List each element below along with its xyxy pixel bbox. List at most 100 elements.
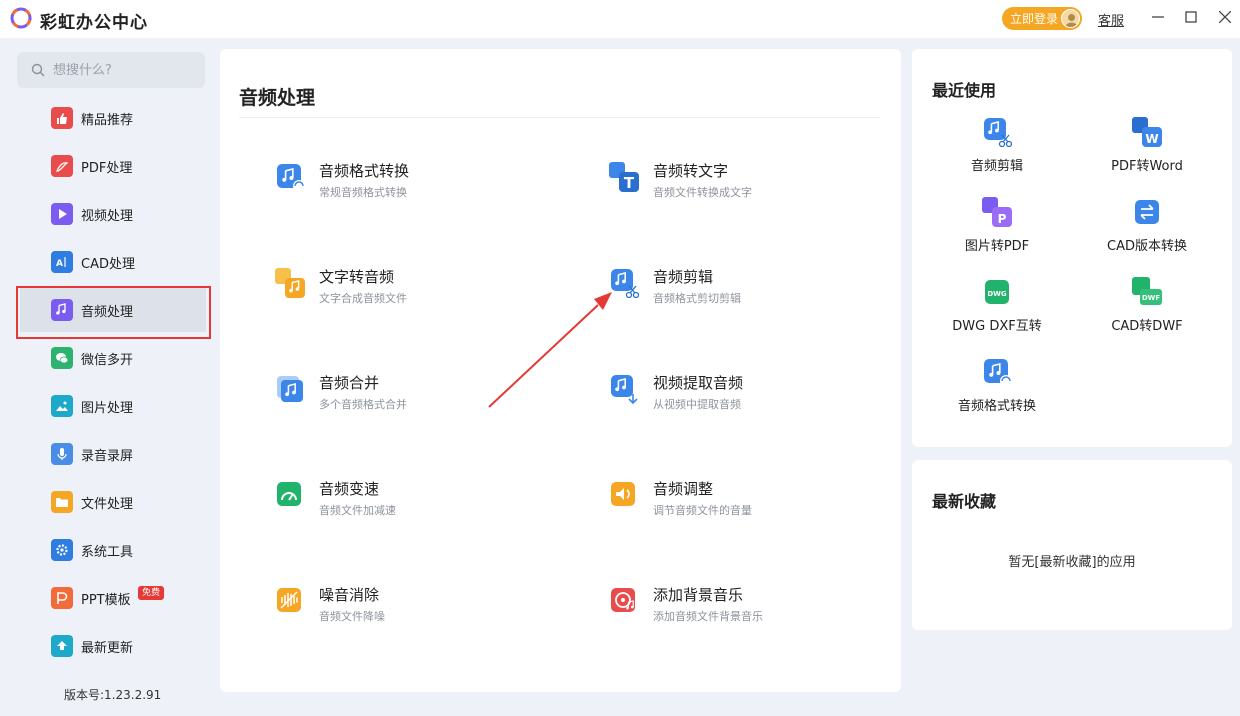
sidebar-item-9[interactable]: 文件处理 xyxy=(20,480,206,524)
play-icon xyxy=(59,209,67,219)
tool-description: 添加音频文件背景音乐 xyxy=(653,610,763,623)
tool-card-2[interactable]: T 音频转文字 音频文件转换成文字 xyxy=(609,162,909,212)
search-input[interactable] xyxy=(53,62,193,78)
recent-panel: 最近使用 音频剪辑 W PDF转Word P 图片转PDF CAD版本转换 DWG DWG D… xyxy=(912,49,1232,447)
page-title: 音频处理 xyxy=(239,87,316,109)
tool-description: 从视频中提取音频 xyxy=(653,398,741,411)
tool-description: 调节音频文件的音量 xyxy=(653,504,752,517)
sidebar-item-11[interactable]: PPT模板 免费 xyxy=(20,576,206,620)
sidebar-item-icon xyxy=(51,155,73,177)
recent-item-4[interactable]: CAD版本转换 xyxy=(1072,197,1222,257)
upload-icon xyxy=(57,641,67,650)
sidebar-item-icon xyxy=(51,203,73,225)
sidebar-item-10[interactable]: 系统工具 xyxy=(20,528,206,572)
recent-item-5[interactable]: DWG DWG DXF互转 xyxy=(922,277,1072,337)
tool-description: 音频文件转换成文字 xyxy=(653,186,752,199)
volume-icon xyxy=(611,482,635,506)
sidebar-item-12[interactable]: 最新更新 xyxy=(20,624,206,668)
sidebar-item-1[interactable]: 精品推荐 xyxy=(20,96,206,140)
sidebar-item-label: 精品推荐 xyxy=(81,112,134,128)
customer-service-link[interactable]: 客服 xyxy=(1098,10,1124,29)
search-box[interactable] xyxy=(17,52,205,88)
sidebar: 精品推荐PDF处理视频处理ACAD处理音频处理微信多开图片处理录音录屏文件处理系… xyxy=(0,38,218,716)
audio-to-text-icon: T xyxy=(609,162,639,192)
pdf-icon xyxy=(56,162,69,172)
title-bar: 彩虹办公中心 立即登录 客服 xyxy=(0,0,1240,38)
image-to-pdf-icon: P xyxy=(982,197,1012,227)
favorites-empty-text: 暂无[最新收藏]的应用 xyxy=(1008,555,1136,570)
sidebar-item-4[interactable]: A CAD处理 xyxy=(20,240,206,284)
tool-description: 文字合成音频文件 xyxy=(319,292,407,305)
tool-name: 音频调整 xyxy=(653,480,714,498)
login-button[interactable]: 立即登录 xyxy=(1002,7,1082,30)
tool-card-10[interactable]: 添加背景音乐添加音频文件背景音乐 xyxy=(609,586,909,636)
sidebar-item-2[interactable]: PDF处理 xyxy=(20,144,206,188)
tool-card-1[interactable]: 音频格式转换 常规音频格式转换 xyxy=(275,162,575,212)
tool-card-5[interactable]: 音频合并 多个音频格式合并 xyxy=(275,374,575,424)
tool-card-3[interactable]: 文字转音频 文字合成音频文件 xyxy=(275,268,575,318)
sidebar-item-icon xyxy=(51,443,73,465)
minimize-button[interactable] xyxy=(1149,8,1167,26)
divider xyxy=(239,117,880,118)
svg-text:DWG: DWG xyxy=(987,290,1007,298)
svg-text:DWF: DWF xyxy=(1142,294,1161,302)
cad-icon: A xyxy=(56,257,66,269)
main-panel: 音频处理 音频格式转换 常规音频格式转换 T 音频转文字 音频文件转换成文字 文字转音频文… xyxy=(220,49,901,692)
tool-card-6[interactable]: 视频提取音频从视频中提取音频 xyxy=(609,374,909,424)
close-button[interactable] xyxy=(1216,8,1234,26)
sidebar-item-6[interactable]: 微信多开 xyxy=(20,336,206,380)
tool-name: 音频剪辑 xyxy=(653,268,714,286)
sidebar-item-label: 图片处理 xyxy=(81,400,134,416)
maximize-button[interactable] xyxy=(1182,8,1200,26)
favorites-title: 最新收藏 xyxy=(932,492,997,511)
tool-card-7[interactable]: 音频变速 音频文件加减速 xyxy=(275,480,575,530)
sidebar-item-icon xyxy=(51,635,73,657)
audio-speed-icon xyxy=(277,482,301,506)
tool-name: 添加背景音乐 xyxy=(653,586,744,604)
app-title: 彩虹办公中心 xyxy=(40,13,148,33)
tool-name: 音频合并 xyxy=(319,374,380,392)
sidebar-item-3[interactable]: 视频处理 xyxy=(20,192,206,236)
audio-cut-icon xyxy=(984,118,1012,147)
tool-name: 视频提取音频 xyxy=(653,374,744,392)
microphone-icon xyxy=(57,448,67,460)
recent-item-label: 音频格式转换 xyxy=(957,399,1036,414)
sidebar-item-icon: A xyxy=(51,251,73,273)
recent-title: 最近使用 xyxy=(932,81,997,100)
sidebar-item-8[interactable]: 录音录屏 xyxy=(20,432,206,476)
avatar xyxy=(1061,9,1080,28)
sidebar-item-label: 最新更新 xyxy=(81,640,134,656)
gear-icon xyxy=(56,544,68,556)
recent-item-label: PDF转Word xyxy=(1111,159,1183,174)
sidebar-item-icon xyxy=(51,107,73,129)
highlight-annotation xyxy=(16,286,211,339)
sidebar-item-icon xyxy=(51,347,73,369)
recent-item-1[interactable]: 音频剪辑 xyxy=(922,117,1072,177)
dwg-dxf-icon: DWG xyxy=(985,280,1009,304)
svg-text:P: P xyxy=(998,212,1007,226)
pdf-to-word-icon: W xyxy=(1132,117,1162,147)
sidebar-item-7[interactable]: 图片处理 xyxy=(20,384,206,428)
tool-card-4[interactable]: 音频剪辑 音频格式剪切剪辑 xyxy=(609,268,909,318)
recent-item-6[interactable]: DWF CAD转DWF xyxy=(1072,277,1222,337)
noise-reduction-icon xyxy=(277,588,301,612)
tool-name: 噪音消除 xyxy=(319,586,380,604)
tool-description: 音频文件降噪 xyxy=(319,610,385,623)
recent-item-2[interactable]: W PDF转Word xyxy=(1072,117,1222,177)
tool-description: 常规音频格式转换 xyxy=(319,186,407,199)
recent-item-label: 音频剪辑 xyxy=(970,159,1023,174)
cad-to-dwf-icon: DWF xyxy=(1132,277,1162,305)
tool-card-8[interactable]: 音频调整调节音频文件的音量 xyxy=(609,480,909,530)
favorites-panel: 最新收藏 暂无[最新收藏]的应用 xyxy=(912,460,1232,630)
maximize-icon xyxy=(1185,11,1197,23)
recent-item-3[interactable]: P 图片转PDF xyxy=(922,197,1072,257)
recent-item-label: CAD转DWF xyxy=(1111,319,1183,334)
audio-merge-icon xyxy=(277,376,303,402)
recent-item-label: DWG DXF互转 xyxy=(952,319,1042,334)
tool-name: 音频变速 xyxy=(319,480,380,498)
sidebar-item-icon xyxy=(51,539,73,561)
tool-card-9[interactable]: 噪音消除音频文件降噪 xyxy=(275,586,575,636)
free-badge: 免费 xyxy=(138,586,165,600)
sidebar-item-label: 文件处理 xyxy=(81,496,134,512)
recent-item-7[interactable]: 音频格式转换 xyxy=(922,357,1072,417)
